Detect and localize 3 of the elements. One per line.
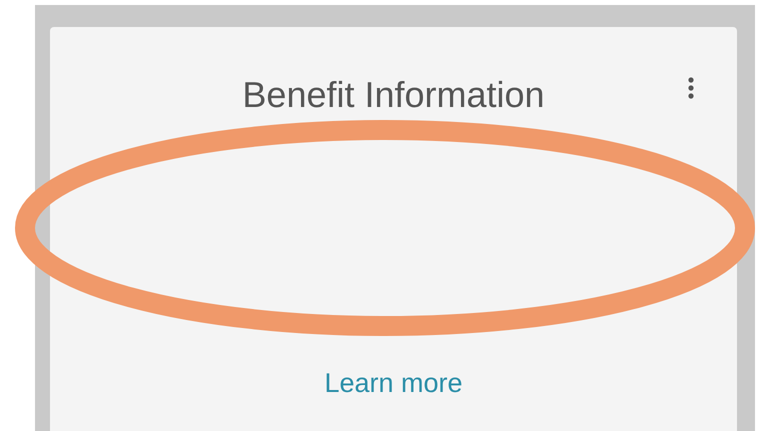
learn-more-link[interactable]: Learn more (324, 362, 463, 403)
card-title: Benefit Information (242, 75, 545, 115)
more-options-icon[interactable] (687, 77, 695, 101)
